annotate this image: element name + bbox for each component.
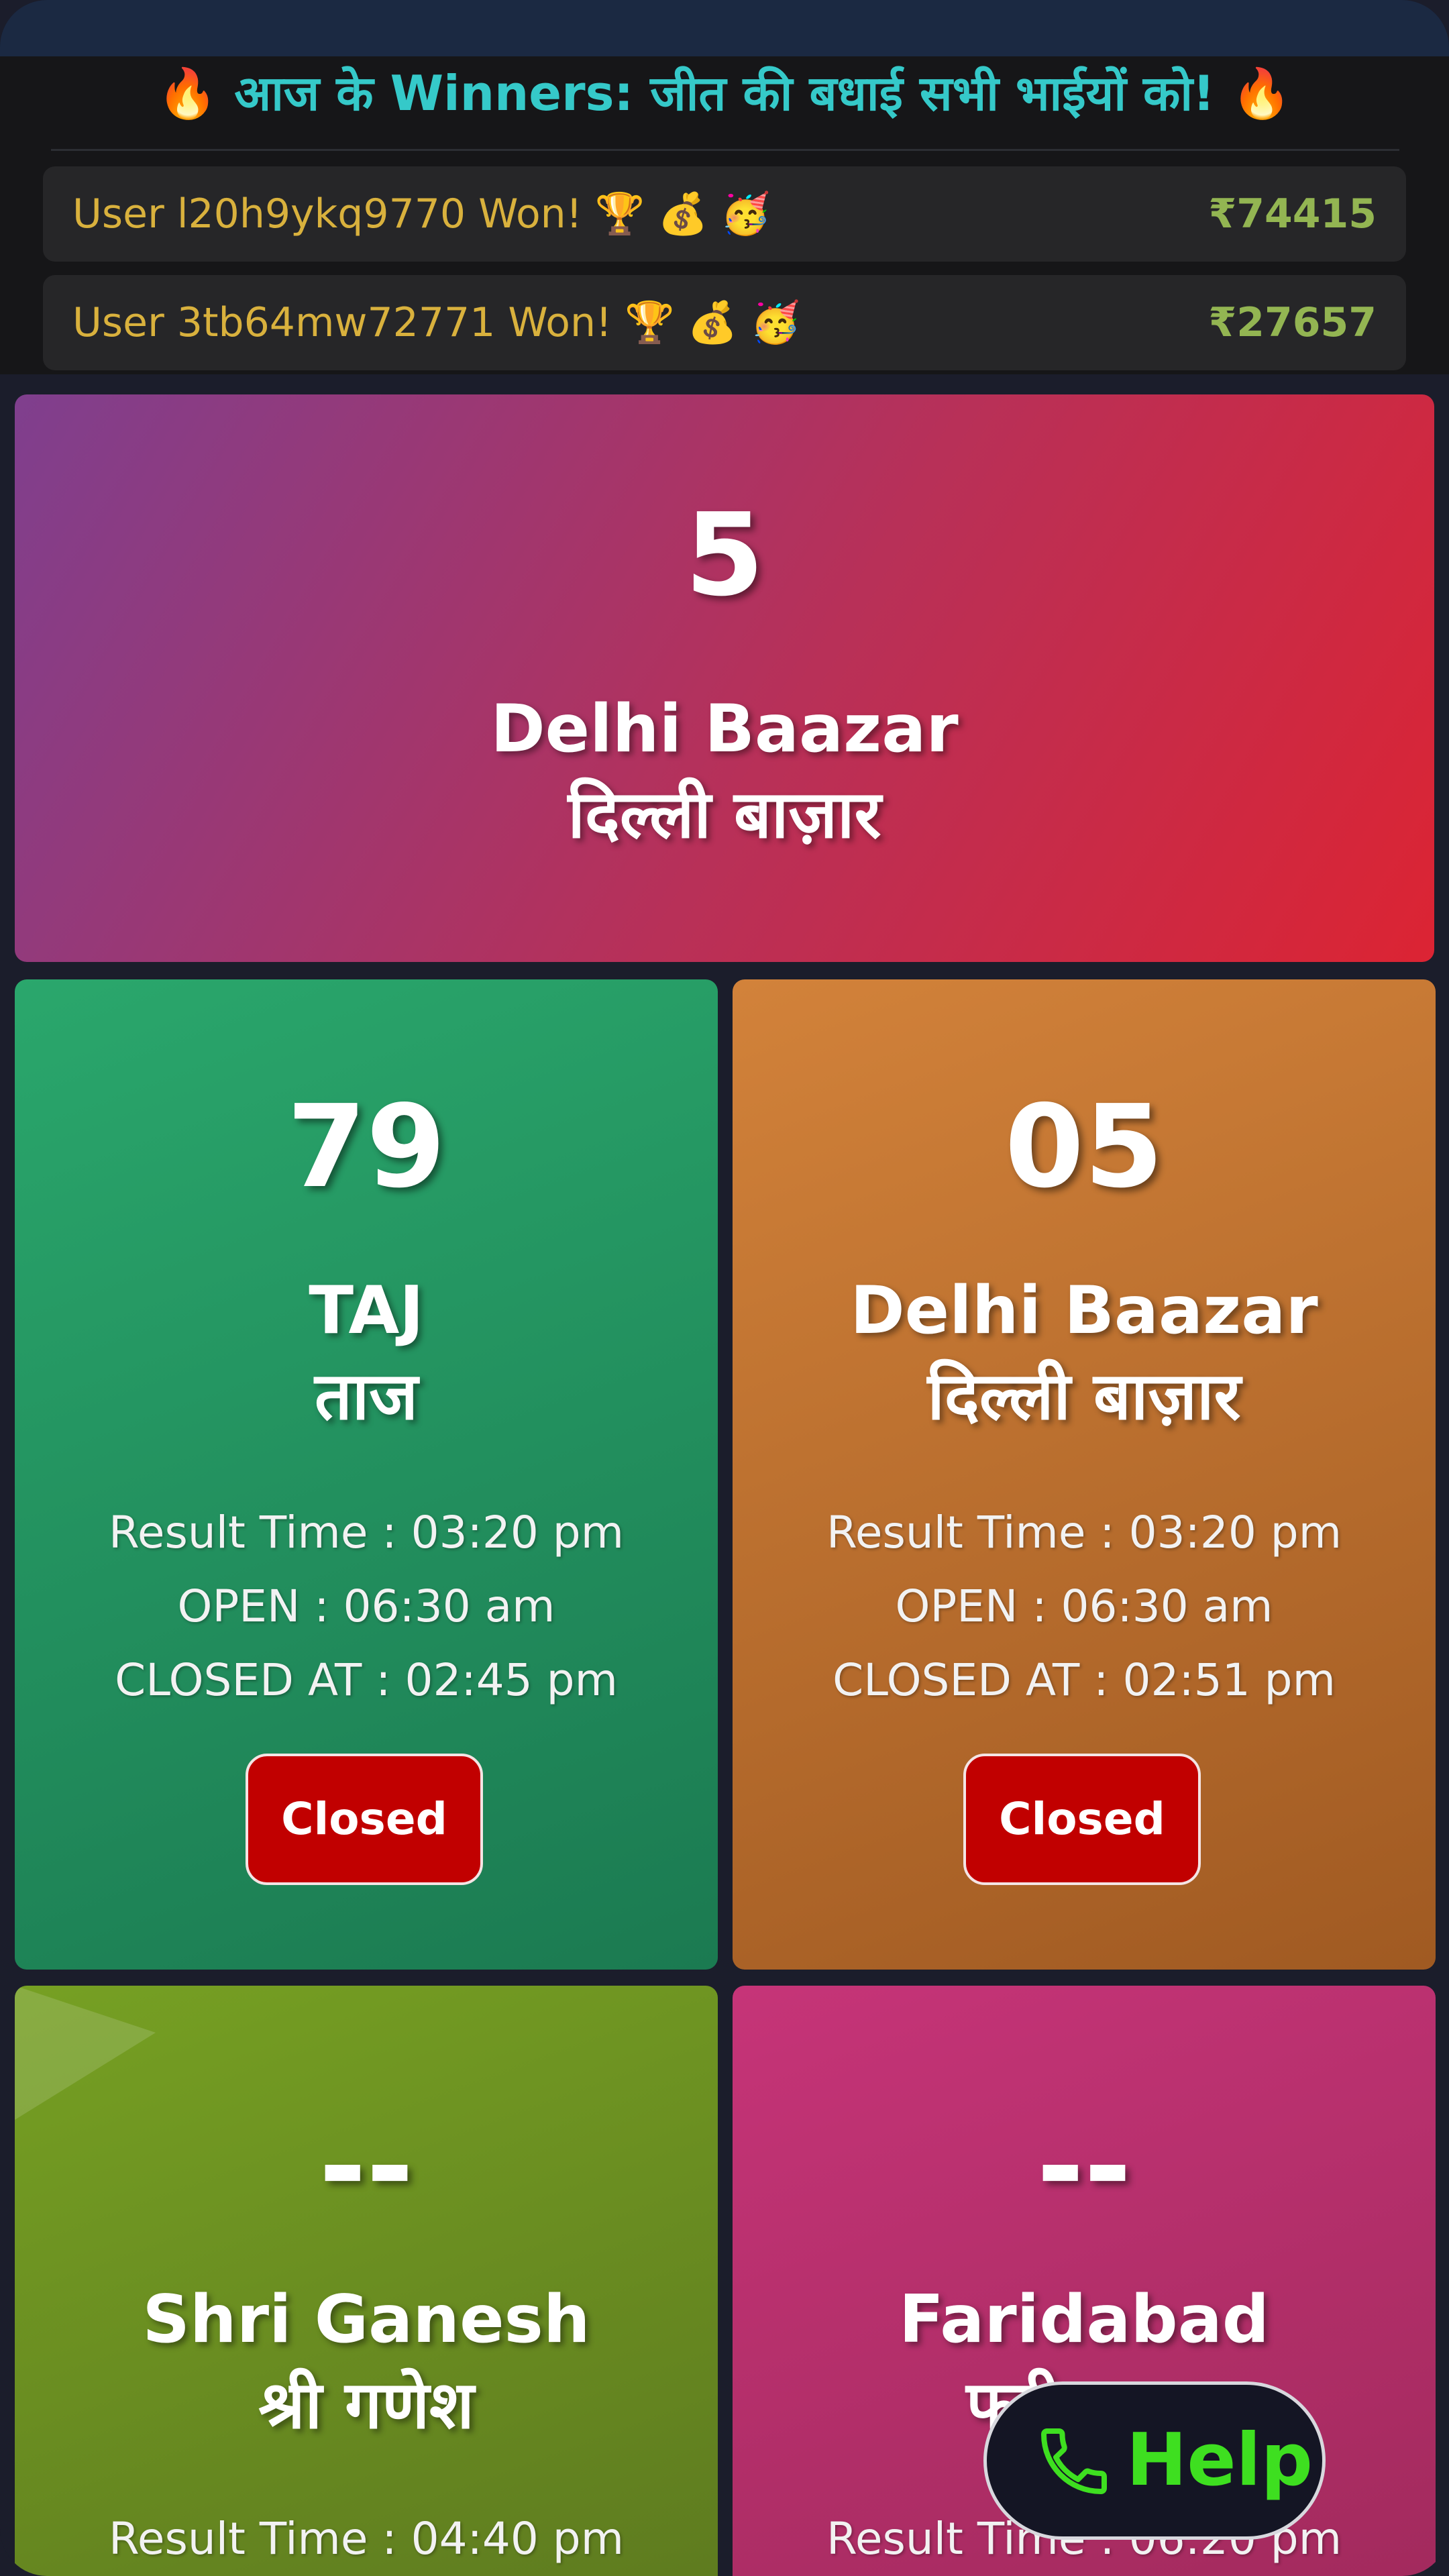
game-result-number: 79 [286, 1081, 446, 1214]
help-label: Help [1126, 2418, 1313, 2502]
winners-ticker: 🔥 आज के Winners: जीत की बधाई सभी भाईयों … [0, 56, 1449, 374]
winner-text: User 3tb64mw72771 Won! 🏆 💰 🥳 [72, 299, 801, 346]
game-name-english: Delhi Baazar [850, 1273, 1318, 1349]
winner-row: User 3tb64mw72771 Won! 🏆 💰 🥳 ₹27657 [43, 275, 1406, 370]
game-name-hindi: दिल्ली बाज़ार [927, 1358, 1241, 1435]
game-name-hindi: दिल्ली बाज़ार [568, 777, 881, 853]
fire-icon: 🔥 [157, 65, 218, 121]
game-name-english: Delhi Baazar [490, 691, 959, 767]
game-name-hindi: श्री गणेश [258, 2367, 474, 2444]
divider [51, 149, 1399, 151]
winner-amount: ₹27657 [1208, 299, 1377, 346]
game-card-shri-ganesh[interactable]: -- Shri Ganesh श्री गणेश Result Time : 0… [15, 1986, 718, 2576]
game-result-number: -- [1036, 2100, 1132, 2233]
game-card-taj[interactable]: 79 TAJ ताज Result Time : 03:20 pm OPEN :… [15, 979, 718, 1970]
fire-icon: 🔥 [1231, 65, 1292, 121]
closed-at-time: CLOSED AT : 02:45 pm [115, 1654, 618, 1706]
game-name-english: Faridabad [899, 2282, 1269, 2358]
winners-title-text: आज के Winners: जीत की बधाई सभी भाईयों को… [234, 65, 1215, 121]
game-card-delhi-baazar[interactable]: 05 Delhi Baazar दिल्ली बाज़ार Result Tim… [733, 979, 1436, 1970]
app-screen: 🔥 आज के Winners: जीत की बधाई सभी भाईयों … [0, 0, 1449, 2576]
result-time: Result Time : 03:20 pm [826, 1507, 1342, 1558]
help-button[interactable]: Help [983, 2381, 1326, 2540]
open-time: OPEN : 06:30 am [177, 1580, 555, 1632]
featured-game-card[interactable]: 5 Delhi Baazar दिल्ली बाज़ार [15, 394, 1434, 962]
game-name-english: Shri Ganesh [142, 2282, 590, 2358]
status-bar [0, 0, 1449, 56]
game-name-hindi: ताज [315, 1358, 418, 1435]
winner-amount: ₹74415 [1208, 191, 1377, 237]
game-result-number: 05 [1004, 1081, 1164, 1214]
game-result-number: 5 [684, 489, 765, 622]
open-time: OPEN : 06:30 am [895, 1580, 1273, 1632]
closed-button[interactable]: Closed [963, 1754, 1201, 1885]
winner-row: User l20h9ykq9770 Won! 🏆 💰 🥳 ₹74415 [43, 166, 1406, 262]
game-result-number: -- [319, 2100, 414, 2233]
result-time: Result Time : 04:40 pm [109, 2513, 624, 2565]
winners-title: 🔥 आज के Winners: जीत की बधाई सभी भाईयों … [0, 56, 1449, 130]
result-time: Result Time : 03:20 pm [109, 1507, 624, 1558]
phone-icon [1041, 2428, 1107, 2494]
winner-text: User l20h9ykq9770 Won! 🏆 💰 🥳 [72, 191, 771, 237]
closed-at-time: CLOSED AT : 02:51 pm [833, 1654, 1336, 1706]
game-name-english: TAJ [309, 1273, 424, 1349]
closed-button[interactable]: Closed [246, 1754, 483, 1885]
